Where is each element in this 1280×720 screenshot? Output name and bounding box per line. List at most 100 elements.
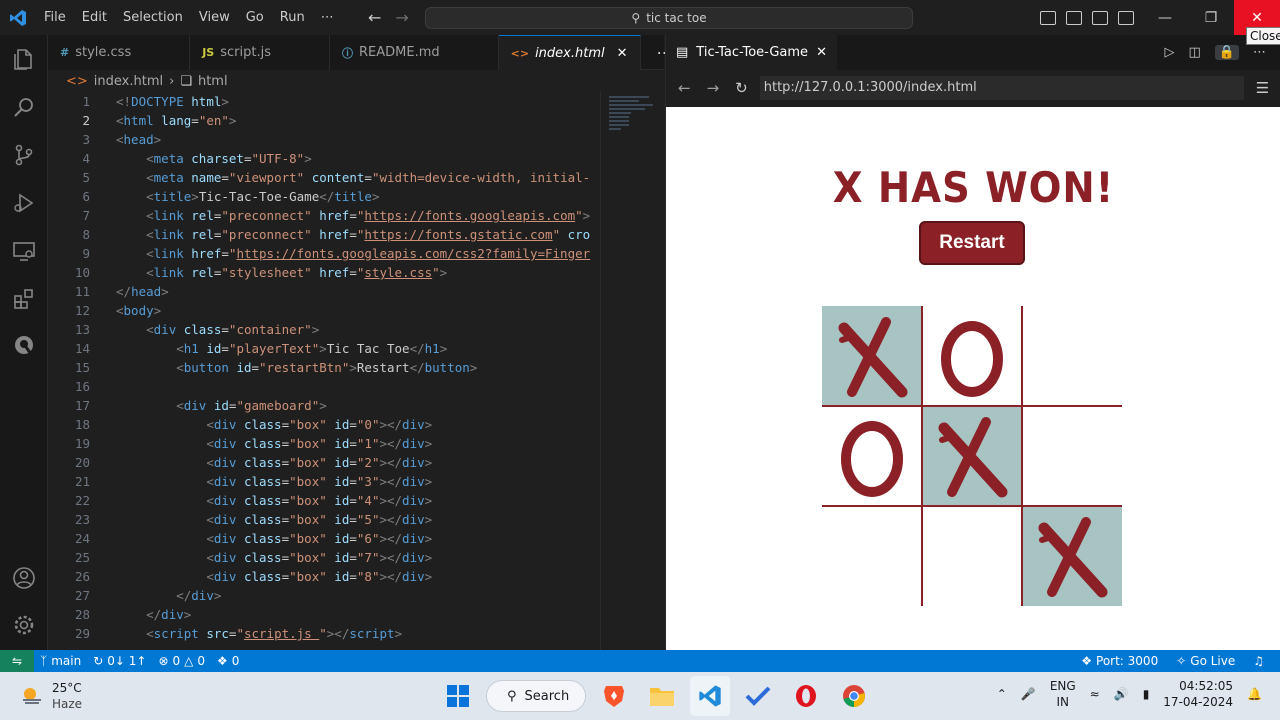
brave-browser-icon[interactable]: [594, 676, 634, 716]
wifi-icon[interactable]: ≈: [1090, 687, 1100, 701]
opera-browser-icon[interactable]: [786, 676, 826, 716]
back-arrow-icon[interactable]: ←: [678, 79, 691, 97]
menu-item[interactable]: Run: [272, 0, 313, 35]
code-text: <html lang="en">: [116, 113, 237, 128]
customize-layout-icon[interactable]: [1118, 10, 1134, 25]
tab-tic-tac-toe-game[interactable]: ▤ Tic-Tac-Toe-Game ✕: [666, 35, 837, 70]
port-indicator[interactable]: ❖ Port: 3000: [1075, 654, 1164, 668]
board-cell-5[interactable]: [1022, 406, 1122, 506]
todo-app-icon[interactable]: [738, 676, 778, 716]
forward-arrow-icon[interactable]: →: [395, 8, 408, 27]
chrome-browser-icon[interactable]: [834, 676, 874, 716]
tab-style-css[interactable]: # style.css: [48, 35, 191, 70]
close-tab-icon[interactable]: ✕: [617, 46, 628, 61]
lock-icon[interactable]: 🔒: [1214, 45, 1239, 60]
tab-readme-md[interactable]: ⓘ README.md: [329, 35, 499, 70]
file-explorer-icon[interactable]: [642, 676, 682, 716]
status-bar: ⇋ ᛉ main ↻ 0↓ 1↑ ⊗ 0 △ 0 ❖ 0 ❖ Port: 3000 ✧ Go L…: [0, 650, 1280, 672]
minimap[interactable]: [600, 92, 664, 650]
board-cell-0[interactable]: [822, 306, 922, 406]
split-editor-icon[interactable]: ◫: [1189, 45, 1201, 60]
search-icon[interactable]: [12, 95, 36, 119]
menu-icon[interactable]: ☰: [1256, 79, 1269, 97]
extensions-icon[interactable]: [12, 287, 36, 311]
code-line: 1 <!DOCTYPE html>: [48, 92, 600, 111]
menu-item[interactable]: Edit: [74, 0, 115, 35]
board-cell-6[interactable]: [822, 506, 922, 606]
line-number: 9: [82, 246, 90, 261]
breadcrumb-file[interactable]: index.html: [94, 74, 163, 89]
run-debug-icon[interactable]: [12, 191, 36, 215]
settings-gear-icon[interactable]: [12, 613, 36, 637]
tab-label: script.js: [220, 45, 271, 60]
more-actions-icon[interactable]: ⋯: [1253, 45, 1266, 60]
code-text: <!DOCTYPE html>: [116, 94, 229, 109]
board-cell-1[interactable]: [922, 306, 1022, 406]
tab-script-js[interactable]: JS script.js: [190, 35, 330, 70]
weather-widget[interactable]: 25°C Haze: [20, 680, 82, 712]
code-line: 11 </head>: [48, 282, 600, 301]
menu-item[interactable]: ⋯: [313, 0, 342, 35]
go-live-label: Go Live: [1190, 654, 1236, 668]
notification-bell-icon[interactable]: 🔔: [1247, 687, 1262, 701]
browser-address-row: ← → ↻ http://127.0.0.1:3000/index.html ☰: [666, 70, 1280, 106]
forward-arrow-icon[interactable]: →: [707, 79, 720, 97]
notifications-bell-icon[interactable]: ♫: [1247, 654, 1270, 668]
remote-indicator-icon[interactable]: ⇋: [0, 650, 34, 672]
restart-button[interactable]: Restart: [919, 221, 1025, 265]
branch-indicator[interactable]: ᛉ main: [34, 654, 87, 668]
info-file-icon: ⓘ: [341, 46, 353, 60]
line-number: 3: [82, 132, 90, 147]
menu-item[interactable]: Go: [238, 0, 272, 35]
tab-index-html[interactable]: <> index.html ✕: [498, 35, 641, 70]
microphone-icon[interactable]: 🎤: [1021, 687, 1036, 701]
windows-taskbar: 25°C Haze ⚲ Search ⌃ 🎤 ENG IN ≈ 🔊 ▮ 04:52…: [0, 672, 1280, 720]
go-live-button[interactable]: ✧ Go Live: [1170, 654, 1241, 668]
clock-date: 17-04-2024: [1163, 695, 1234, 709]
problems-indicator[interactable]: ⊗ 0 △ 0: [152, 654, 211, 668]
broadcast-icon: ❖: [217, 654, 228, 668]
x-mark-icon: [1038, 517, 1108, 598]
run-icon[interactable]: ▷: [1165, 45, 1175, 60]
battery-icon[interactable]: ▮: [1143, 687, 1150, 701]
breadcrumb-element[interactable]: html: [198, 74, 228, 89]
toggle-secondary-sidebar-icon[interactable]: [1092, 10, 1108, 25]
restore-button[interactable]: ❐: [1188, 0, 1234, 35]
volume-icon[interactable]: 🔊: [1114, 687, 1129, 701]
command-center-search[interactable]: ⚲ tic tac toe: [425, 7, 913, 29]
chevron-up-icon[interactable]: ⌃: [997, 687, 1007, 701]
minimize-button[interactable]: —: [1142, 0, 1188, 35]
explorer-icon[interactable]: [12, 47, 36, 71]
board-cell-8[interactable]: [1022, 506, 1122, 606]
clock[interactable]: 04:52:05 17-04-2024: [1163, 678, 1233, 710]
taskbar-search[interactable]: ⚲ Search: [486, 680, 586, 712]
url-input[interactable]: http://127.0.0.1:3000/index.html: [759, 76, 1244, 100]
gitlens-icon[interactable]: [12, 333, 36, 357]
menu-item[interactable]: File: [36, 0, 74, 35]
menu-item[interactable]: Selection: [115, 0, 191, 35]
remote-explorer-icon[interactable]: [12, 239, 36, 263]
start-button[interactable]: [438, 676, 478, 716]
sync-icon: ↻: [93, 654, 104, 668]
sync-indicator[interactable]: ↻ 0↓ 1↑: [87, 654, 152, 668]
reload-icon[interactable]: ↻: [735, 79, 748, 97]
menu-item[interactable]: View: [191, 0, 238, 35]
vscode-logo-icon[interactable]: [0, 0, 36, 35]
board-grid-line: [822, 405, 1122, 407]
close-tab-icon[interactable]: ✕: [816, 45, 827, 60]
toggle-panel-icon[interactable]: [1066, 10, 1082, 25]
code-editor[interactable]: 1 <!DOCTYPE html> 2 <html lang="en"> 3 <head>…: [48, 92, 600, 650]
ports-indicator[interactable]: ❖ 0: [211, 654, 245, 668]
toggle-primary-sidebar-icon[interactable]: [1040, 10, 1056, 25]
board-cell-3[interactable]: [822, 406, 922, 506]
back-arrow-icon[interactable]: ←: [368, 8, 381, 27]
accounts-icon[interactable]: [12, 566, 36, 590]
board-cell-2[interactable]: [1022, 306, 1122, 406]
source-control-icon[interactable]: [12, 143, 36, 167]
html-file-icon: <>: [510, 46, 530, 60]
vscode-taskbar-icon[interactable]: [690, 676, 730, 716]
board-cell-7[interactable]: [922, 506, 1022, 606]
board-cell-4[interactable]: [922, 406, 1022, 506]
code-line: 3 <head>: [48, 130, 600, 149]
language-indicator[interactable]: ENG IN: [1050, 678, 1076, 710]
